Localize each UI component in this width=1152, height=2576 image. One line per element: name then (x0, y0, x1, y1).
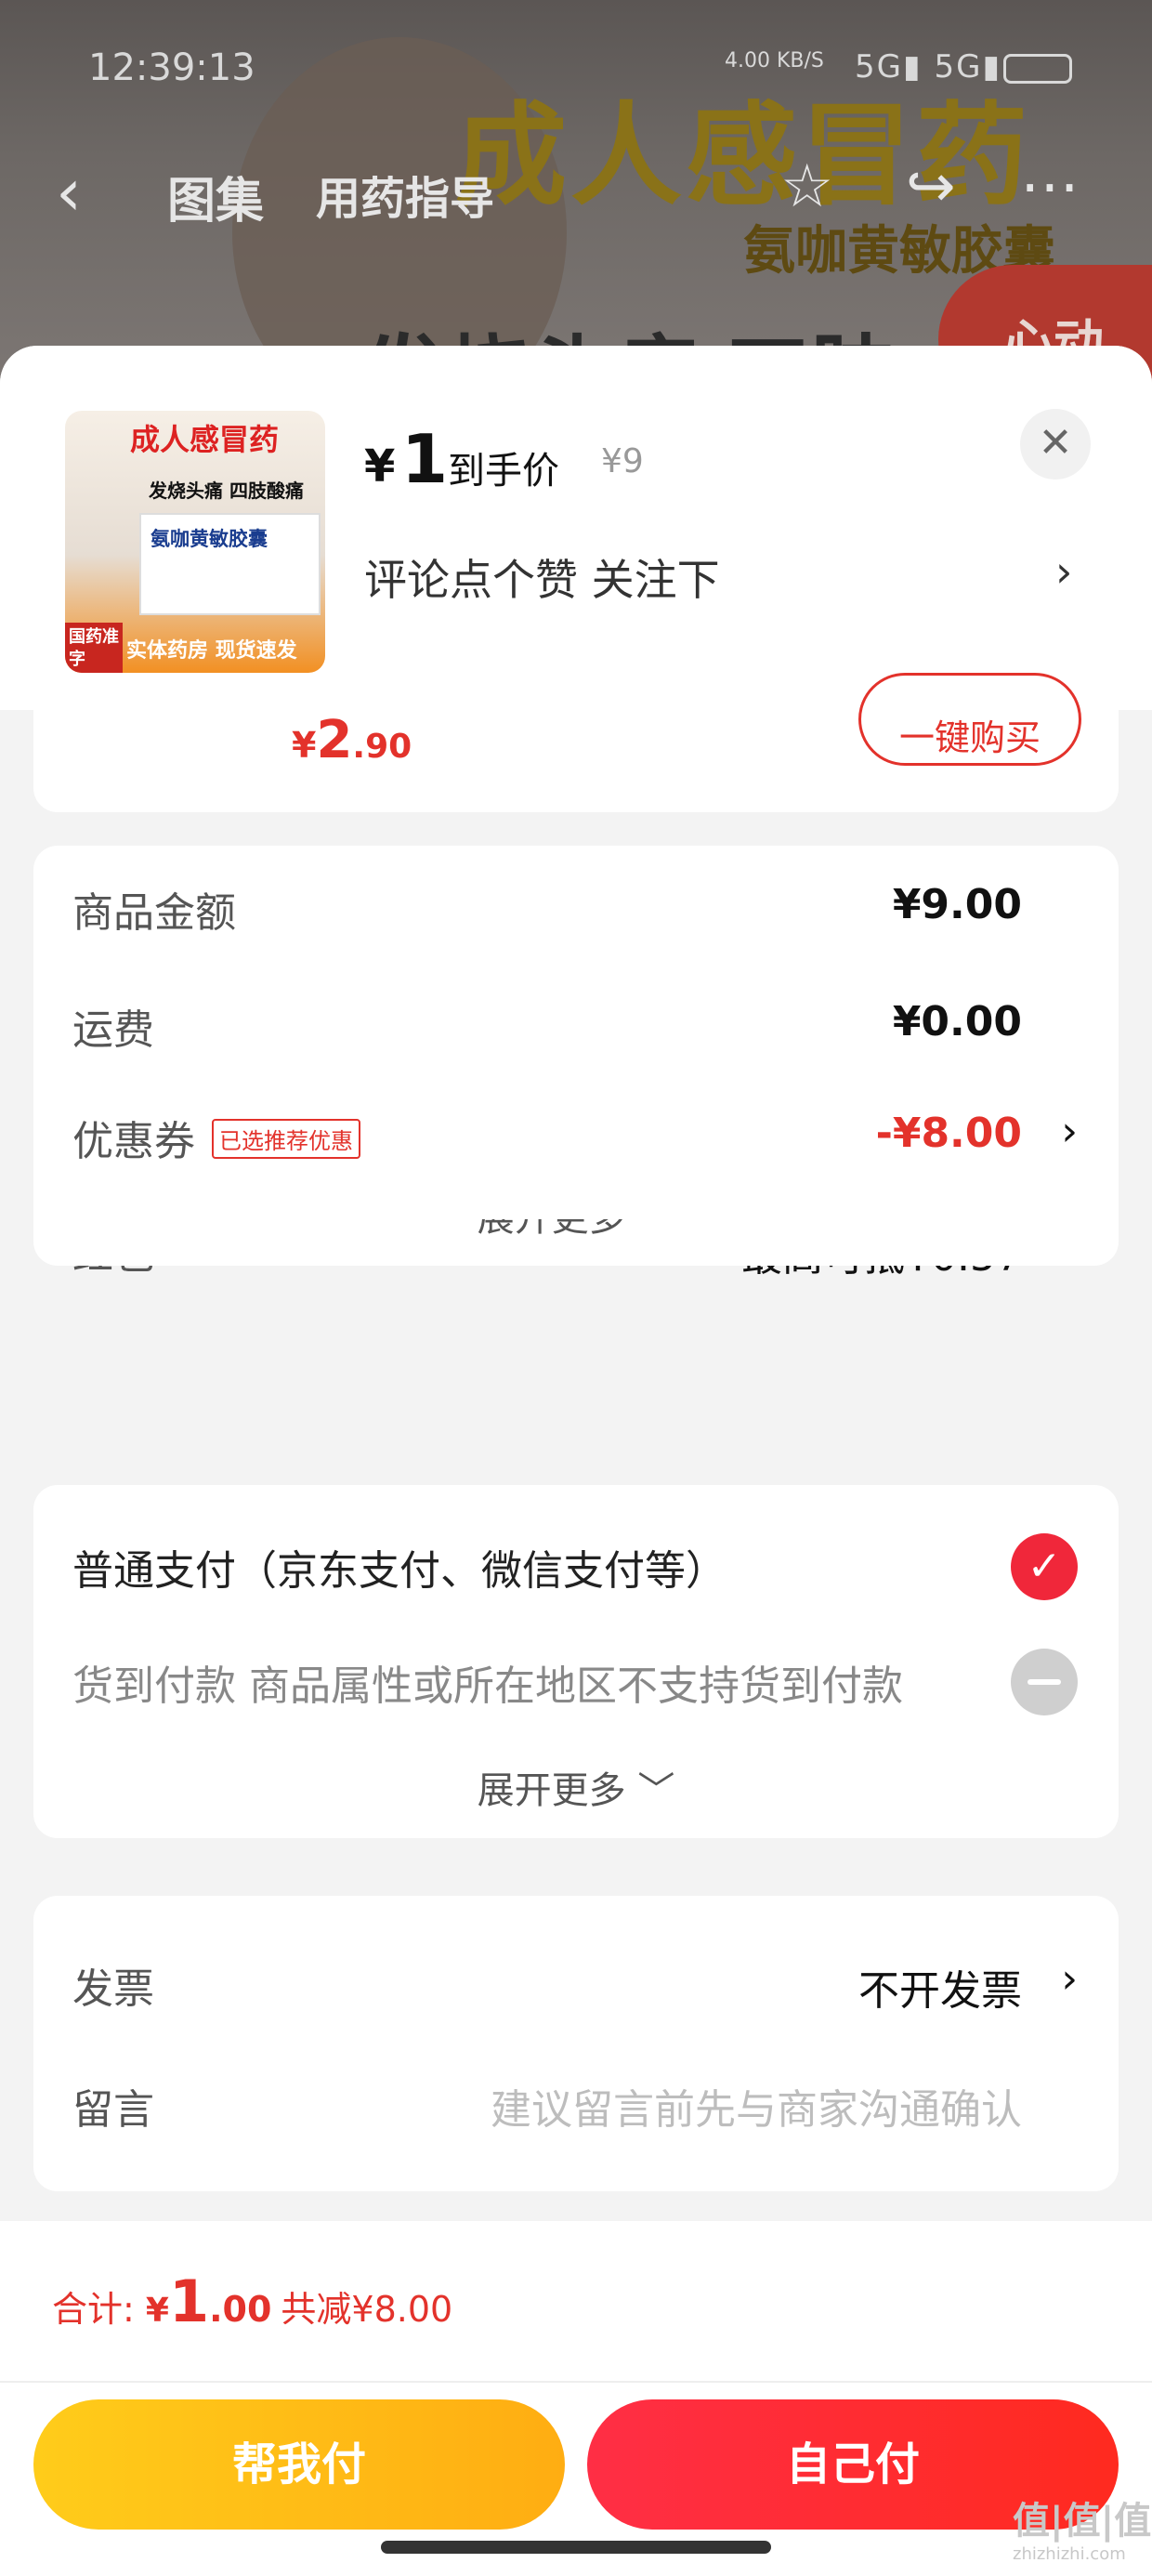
home-indicator[interactable] (381, 2541, 771, 2554)
total-symbol: ¥ (145, 2292, 169, 2330)
watermark-sub: zhizhizhi.com (1013, 2544, 1126, 2564)
star-icon[interactable]: ☆ (780, 152, 833, 221)
shipping-label: 运费 (72, 1006, 154, 1054)
total-discount: 共减¥8.00 (281, 2289, 453, 2330)
thumb-box: 氨咖黄敏胶囊 (139, 513, 321, 615)
coupon-value: -¥8.00 (875, 1110, 1022, 1157)
summary-fill (33, 1163, 1119, 1219)
payment-sheet: 成人感冒药 发烧头痛 四肢酸痛 氨咖黄敏胶囊 国药准字 实体药房 现货速发 ¥ … (0, 346, 1152, 2576)
tab-guide[interactable]: 用药指导 (316, 162, 494, 227)
total-label: 合计: (52, 2289, 146, 2330)
offer-amount: ¥2.90 (292, 710, 412, 770)
summary-row-goods: 商品金额 ¥9.00 (72, 872, 1078, 946)
goods-amount-value: ¥9.00 (892, 881, 1022, 928)
message-input[interactable]: 建议留言前先与商家沟通确认 (491, 2076, 1022, 2136)
final-price-label: 到手价 (448, 450, 559, 493)
total-amount: 合计: ¥1.00 共减¥8.00 (52, 2267, 452, 2335)
total-int: 1 (168, 2267, 210, 2335)
back-icon[interactable]: ‹ (56, 154, 82, 230)
battery-icon (1003, 54, 1072, 84)
message-row[interactable]: 留言 建议留言前先与商家沟通确认 (72, 2069, 1078, 2143)
coupon-label-wrap: 优惠券 已选推荐优惠 (72, 1108, 360, 1167)
partial-offer-card: ¥2.90 一键购买 (33, 673, 1119, 812)
product-thumbnail: 成人感冒药 发烧头痛 四肢酸痛 氨咖黄敏胶囊 国药准字 实体药房 现货速发 (65, 411, 325, 673)
chevron-right-icon[interactable]: › (1055, 546, 1072, 597)
payment-option-normal[interactable]: 普通支付（京东支付、微信支付等） ✓ (72, 1530, 1078, 1604)
top-nav: ‹ 图集 用药指导 ☆ ↪ ⋯ (0, 139, 1152, 242)
expand-more-payment[interactable]: 展开更多 ﹀ (33, 1760, 1119, 1814)
payment-option-normal-label: 普通支付（京东支付、微信支付等） (72, 1547, 727, 1595)
watermark: 值|值|值 zhizhizhi.com (1013, 2491, 1151, 2564)
coupon-label: 优惠券 (72, 1118, 195, 1165)
task-text[interactable]: 评论点个赞 关注下 (364, 546, 720, 608)
thumb-badge: 国药准字 (65, 623, 123, 673)
close-icon[interactable]: ✕ (1020, 409, 1091, 480)
goods-amount-label: 商品金额 (72, 889, 236, 937)
payment-card: 普通支付（京东支付、微信支付等） ✓ 货到付款 商品属性或所在地区不支持货到付款… (33, 1485, 1119, 1838)
checkout-footer: 合计: ¥1.00 共减¥8.00 帮我付 自己付 (0, 2221, 1152, 2576)
total-dec: .00 (209, 2289, 272, 2330)
chevron-right-icon[interactable]: › (1061, 1108, 1078, 1155)
invoice-value: 不开发票 (858, 1967, 1022, 2015)
help-pay-button[interactable]: 帮我付 (33, 2399, 565, 2530)
network-speed: 4.00 KB/S (725, 49, 824, 72)
signal-icon: 5G▮ 5G▮ (855, 48, 1002, 85)
share-icon[interactable]: ↪ (906, 152, 956, 221)
original-price: ¥9 (601, 442, 644, 480)
order-summary-card: 商品金额 ¥9.00 运费 ¥0.00 优惠券已选推荐优惠 -¥8.00 › 红… (33, 846, 1119, 1281)
invoice-label: 发票 (72, 1965, 154, 2013)
offer-dec: .90 (352, 728, 412, 766)
thumb-footer: 实体药房 现货速发 (126, 639, 297, 663)
product-header: 成人感冒药 发烧头痛 四肢酸痛 氨咖黄敏胶囊 国药准字 实体药房 现货速发 ¥ … (0, 346, 1152, 710)
status-bar: 12:39:13 4.00 KB/S 5G▮ 5G▮ (0, 0, 1152, 130)
shipping-value: ¥0.00 (892, 998, 1022, 1045)
summary-row-shipping: 运费 ¥0.00 (72, 989, 1078, 1063)
offer-int: 2 (316, 710, 353, 770)
currency-symbol: ¥ (364, 440, 396, 493)
payment-option-cod: 货到付款 商品属性或所在地区不支持货到付款 (72, 1645, 1078, 1719)
disabled-icon (1011, 1649, 1078, 1715)
offer-symbol: ¥ (292, 725, 317, 766)
final-price: 1 (401, 420, 449, 498)
thumb-symptoms: 发烧头痛 四肢酸痛 (149, 480, 304, 502)
checkmark-icon[interactable]: ✓ (1011, 1533, 1078, 1600)
payment-option-cod-label: 货到付款 商品属性或所在地区不支持货到付款 (72, 1663, 903, 1710)
watermark-main: 值|值|值 (1013, 2500, 1152, 2543)
invoice-row[interactable]: 发票 不开发票 › (72, 1948, 1078, 2022)
status-time: 12:39:13 (88, 46, 255, 89)
coupon-badge: 已选推荐优惠 (212, 1118, 360, 1159)
thumb-title: 成人感冒药 (130, 422, 280, 457)
divider (0, 2381, 1152, 2383)
chevron-right-icon[interactable]: › (1061, 1955, 1078, 2003)
one-click-buy-button[interactable]: 一键购买 (858, 673, 1081, 766)
extra-info-card: 发票 不开发票 › 留言 建议留言前先与商家沟通确认 (33, 1896, 1119, 2191)
tab-gallery[interactable]: 图集 (167, 162, 264, 231)
thumb-box-name: 氨咖黄敏胶囊 (151, 528, 268, 550)
message-label: 留言 (72, 2086, 154, 2134)
more-icon[interactable]: ⋯ (1020, 152, 1080, 221)
